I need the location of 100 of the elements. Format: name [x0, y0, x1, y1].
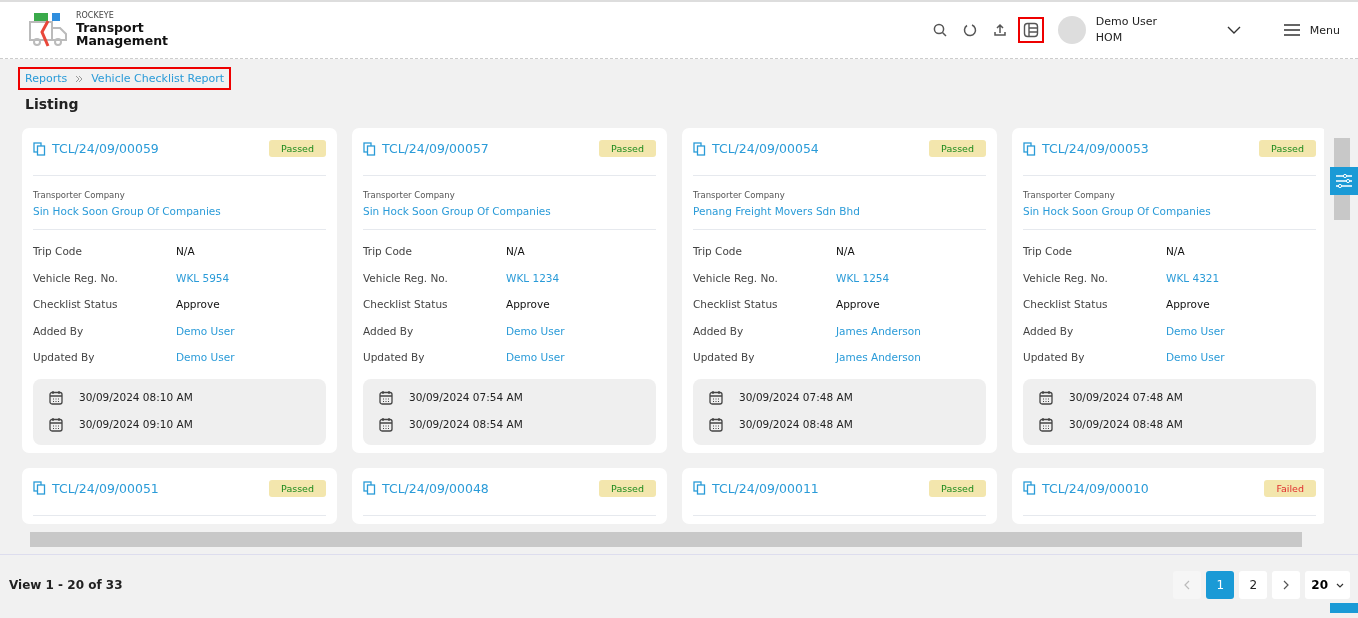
layout-icon: [1022, 22, 1039, 38]
field-label: Updated By: [363, 351, 426, 364]
field-link[interactable]: Demo User: [506, 324, 656, 337]
field-link[interactable]: Demo User: [176, 324, 326, 337]
field-link[interactable]: James Anderson: [836, 324, 986, 337]
field-label: Trip Code: [33, 245, 83, 258]
calendar-icon: [1039, 416, 1053, 432]
page-heading: Listing: [25, 96, 80, 114]
breadcrumb-link[interactable]: Reports: [25, 72, 68, 85]
next-page-button[interactable]: [1272, 571, 1301, 599]
field-link[interactable]: James Anderson: [836, 351, 986, 364]
field-label: Vehicle Reg. No.: [1023, 271, 1109, 284]
page-size-select[interactable]: 20: [1305, 571, 1350, 599]
field-value: N/A: [176, 245, 196, 258]
truck-logo-icon: [28, 12, 68, 48]
record-summary: View 1 - 20 of 33: [9, 578, 123, 592]
date-time: 30/09/2024 07:54 AM: [409, 391, 523, 403]
field-label: Added By: [363, 324, 415, 337]
field-link[interactable]: WKL 4321: [1166, 271, 1316, 284]
double-chevron-icon: [75, 74, 84, 83]
calendar-icon: [49, 389, 63, 405]
date-time: 30/09/2024 08:54 AM: [409, 418, 523, 430]
checklist-code-link[interactable]: TCL/24/09/00057: [363, 141, 489, 156]
field-label: Transporter Company: [693, 190, 786, 200]
brand-company: ROCKEYE: [76, 11, 115, 21]
copy-icon: [363, 481, 376, 495]
date-time: 30/09/2024 08:10 AM: [79, 391, 193, 403]
field-label: Checklist Status: [33, 298, 119, 311]
field-link[interactable]: Demo User: [1166, 351, 1316, 364]
page-button[interactable]: 2: [1239, 571, 1268, 599]
checklist-code-link[interactable]: TCL/24/09/00048: [363, 480, 489, 496]
copy-icon: [33, 141, 46, 156]
checklist-code-link[interactable]: TCL/24/09/00059: [33, 141, 159, 156]
status-badge: Passed: [269, 479, 326, 497]
calendar-icon: [379, 416, 393, 432]
field-label: Vehicle Reg. No.: [363, 271, 449, 284]
company-link[interactable]: Sin Hock Soon Group Of Companies: [33, 205, 326, 217]
field-label: Vehicle Reg. No.: [693, 271, 779, 284]
status-badge: Passed: [599, 479, 656, 497]
field-value: N/A: [506, 245, 526, 258]
calendar-icon: [709, 389, 723, 405]
field-label: Trip Code: [693, 245, 743, 258]
sliders-icon: [1336, 174, 1352, 188]
chevron-down-icon: [1336, 582, 1344, 588]
status-badge: Passed: [929, 479, 986, 497]
company-link[interactable]: Sin Hock Soon Group Of Companies: [363, 205, 656, 217]
field-value: Approve: [176, 298, 221, 311]
upload-icon: [992, 23, 1007, 37]
field-link[interactable]: Demo User: [176, 351, 326, 364]
brand-title: Transport: [76, 20, 145, 35]
checklist-code-link[interactable]: TCL/24/09/00011: [693, 480, 819, 496]
field-label: Added By: [33, 324, 85, 337]
copy-icon: [1023, 141, 1036, 156]
field-label: Trip Code: [363, 245, 413, 258]
checklist-code-link[interactable]: TCL/24/09/00051: [33, 480, 159, 496]
copy-icon: [693, 141, 706, 156]
copy-icon: [363, 141, 376, 156]
calendar-icon: [49, 416, 63, 432]
field-label: Updated By: [693, 351, 756, 364]
company-link[interactable]: Sin Hock Soon Group Of Companies: [1023, 205, 1316, 217]
filter-button[interactable]: [1330, 167, 1358, 195]
field-label: Vehicle Reg. No.: [33, 271, 119, 284]
date-time: 30/09/2024 07:48 AM: [1069, 391, 1183, 403]
field-label: Updated By: [1023, 351, 1086, 364]
status-badge: Failed: [1264, 479, 1316, 497]
date-time: 30/09/2024 08:48 AM: [1069, 418, 1183, 430]
checklist-code-link[interactable]: TCL/24/09/00010: [1023, 480, 1149, 496]
status-badge: Passed: [269, 140, 326, 157]
menu-button[interactable]: Menu: [1277, 22, 1346, 38]
chevron-left-icon: [1184, 580, 1191, 590]
field-link[interactable]: WKL 5954: [176, 271, 326, 284]
field-value: N/A: [836, 245, 856, 258]
search-icon: [932, 23, 947, 37]
date-time: 30/09/2024 09:10 AM: [79, 418, 193, 430]
field-label: Trip Code: [1023, 245, 1073, 258]
field-link[interactable]: Demo User: [506, 351, 656, 364]
field-label: Checklist Status: [363, 298, 449, 311]
status-badge: Passed: [929, 140, 986, 157]
field-label: Transporter Company: [363, 190, 456, 200]
field-value: Approve: [506, 298, 551, 311]
field-link[interactable]: WKL 1254: [836, 271, 986, 284]
copy-icon: [1023, 481, 1036, 495]
field-label: Checklist Status: [693, 298, 779, 311]
field-link[interactable]: WKL 1234: [506, 271, 656, 284]
page-button[interactable]: 1: [1206, 571, 1235, 599]
breadcrumb-link[interactable]: Vehicle Checklist Report: [91, 72, 224, 85]
field-link[interactable]: Demo User: [1166, 324, 1316, 337]
company-link[interactable]: Penang Freight Movers Sdn Bhd: [693, 205, 986, 217]
user-role: HOM: [1095, 30, 1124, 46]
chevron-down-icon: [1226, 26, 1241, 34]
field-label: Added By: [693, 324, 745, 337]
calendar-icon: [1039, 389, 1053, 405]
checklist-code-link[interactable]: TCL/24/09/00053: [1023, 141, 1149, 156]
date-time: 30/09/2024 07:48 AM: [739, 391, 853, 403]
field-label: Added By: [1023, 324, 1075, 337]
user-name: Demo User: [1095, 14, 1159, 30]
layout-button[interactable]: [1017, 17, 1044, 43]
checklist-code-link[interactable]: TCL/24/09/00054: [693, 141, 819, 156]
date-time: 30/09/2024 08:48 AM: [739, 418, 853, 430]
field-value: Approve: [1166, 298, 1211, 311]
